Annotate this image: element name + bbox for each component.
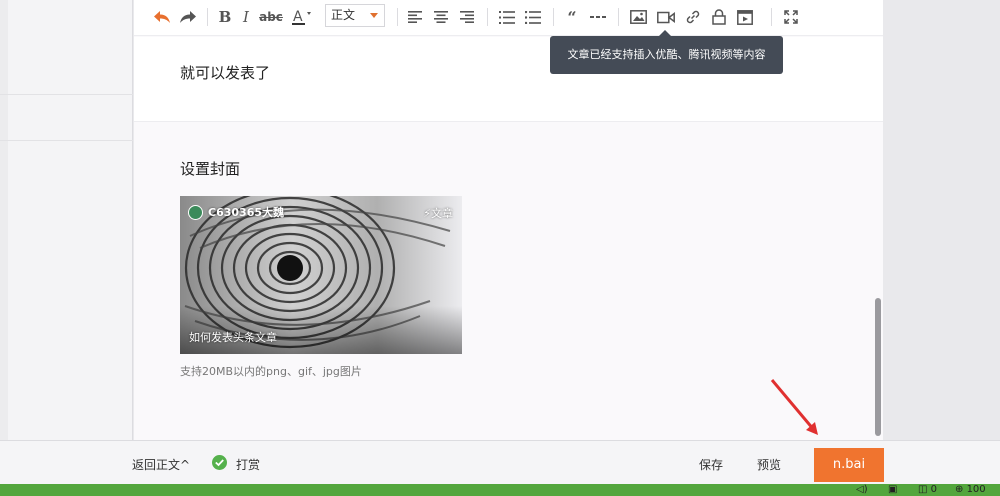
red-arrow-icon	[770, 379, 818, 435]
font-color-button[interactable]: A	[289, 6, 315, 28]
strikethrough-icon: abc	[259, 10, 283, 24]
preview-button[interactable]: 预览	[757, 456, 781, 473]
left-divider	[0, 140, 133, 141]
strikethrough-button[interactable]: abc	[258, 6, 284, 28]
tray-2-value: 100	[966, 484, 986, 495]
paragraph-style-select[interactable]: 正文	[325, 4, 385, 27]
paragraph-text[interactable]: 就可以发表了	[180, 62, 270, 83]
undo-button[interactable]	[152, 6, 172, 28]
insert-paywall-button[interactable]	[709, 6, 729, 28]
unordered-list-icon	[525, 10, 541, 24]
video-tooltip: 文章已经支持插入优酷、腾讯视频等内容	[550, 30, 783, 74]
tray-2-icon: ⊕	[955, 484, 967, 495]
publish-button[interactable]: n.bai	[814, 448, 884, 482]
align-center-button[interactable]	[433, 6, 449, 28]
insert-link-button[interactable]	[683, 6, 703, 28]
insert-video-button[interactable]	[656, 6, 676, 28]
volume-icon[interactable]: ◁)	[856, 484, 868, 496]
toolbar-separator	[397, 8, 398, 26]
divider-button[interactable]	[588, 6, 608, 28]
font-color-icon: A	[292, 9, 311, 25]
italic-button[interactable]: I	[238, 6, 254, 28]
toolbar-separator	[207, 8, 208, 26]
network-icon[interactable]: ▣	[888, 484, 897, 496]
unordered-list-button[interactable]	[524, 6, 542, 28]
fullscreen-icon	[784, 10, 798, 24]
align-left-icon	[408, 11, 422, 23]
bold-button[interactable]: B	[217, 6, 233, 28]
align-left-button[interactable]	[407, 6, 423, 28]
cover-article-tag: ⚡文章	[423, 207, 453, 220]
video-icon	[657, 11, 675, 23]
toolbar-separator	[487, 8, 488, 26]
check-circle-icon	[212, 455, 227, 470]
redo-icon	[180, 11, 196, 23]
cover-author-name: C630365大魏	[208, 206, 284, 219]
cover-author: C630365大魏	[188, 204, 284, 220]
italic-icon: I	[243, 8, 249, 26]
left-divider	[0, 94, 133, 95]
align-right-button[interactable]	[459, 6, 475, 28]
bold-icon: B	[218, 8, 232, 26]
image-icon	[629, 10, 647, 24]
taskbar: ◁) ▣ ◫ 0 ⊕ 100	[0, 484, 1000, 496]
insert-card-button[interactable]	[735, 6, 755, 28]
toolbar-separator	[771, 8, 772, 26]
editor-scrollbar[interactable]	[875, 298, 881, 436]
blockquote-button[interactable]: “	[563, 6, 581, 28]
ordered-list-button[interactable]	[498, 6, 516, 28]
redo-button[interactable]	[178, 6, 198, 28]
fullscreen-button[interactable]	[781, 6, 801, 28]
tray-1-value: 0	[930, 484, 938, 495]
save-button[interactable]: 保存	[699, 456, 723, 473]
reward-toggle[interactable]: 打赏	[236, 456, 260, 473]
cover-caption: 如何发表头条文章	[189, 331, 277, 344]
back-to-content-button[interactable]: 返回正文^	[132, 456, 190, 473]
ordered-list-icon	[499, 10, 515, 24]
paragraph-style-value: 正文	[331, 8, 356, 22]
quote-icon: “	[567, 7, 577, 27]
cover-section-title: 设置封面	[180, 160, 241, 178]
insert-image-button[interactable]	[628, 6, 648, 28]
svg-text:A: A	[293, 9, 303, 25]
left-strip	[0, 0, 8, 440]
avatar	[188, 204, 203, 220]
tray-counter-1[interactable]: ◫ 0	[918, 484, 937, 496]
tray-counter-2[interactable]: ⊕ 100	[955, 484, 986, 496]
right-panel	[884, 0, 1000, 440]
undo-icon	[154, 11, 170, 23]
bottom-bar: 返回正文^ 打赏 保存 预览 n.bai	[0, 440, 1000, 484]
chevron-down-icon	[370, 13, 378, 18]
left-panel	[0, 0, 133, 440]
media-card-icon	[737, 9, 753, 25]
link-icon	[686, 10, 700, 24]
horizontal-rule-icon	[590, 16, 606, 18]
align-right-icon	[460, 11, 474, 23]
cover-image[interactable]: C630365大魏 ⚡文章 如何发表头条文章	[180, 196, 462, 354]
toolbar: B I abc A 正文 “	[134, 0, 883, 36]
toolbar-separator	[618, 8, 619, 26]
cover-upload-hint: 支持20MB以内的png、gif、jpg图片	[180, 365, 362, 378]
lock-icon	[712, 9, 726, 25]
align-center-icon	[434, 11, 448, 23]
toolbar-separator	[553, 8, 554, 26]
tray-1-icon: ◫	[918, 484, 931, 495]
